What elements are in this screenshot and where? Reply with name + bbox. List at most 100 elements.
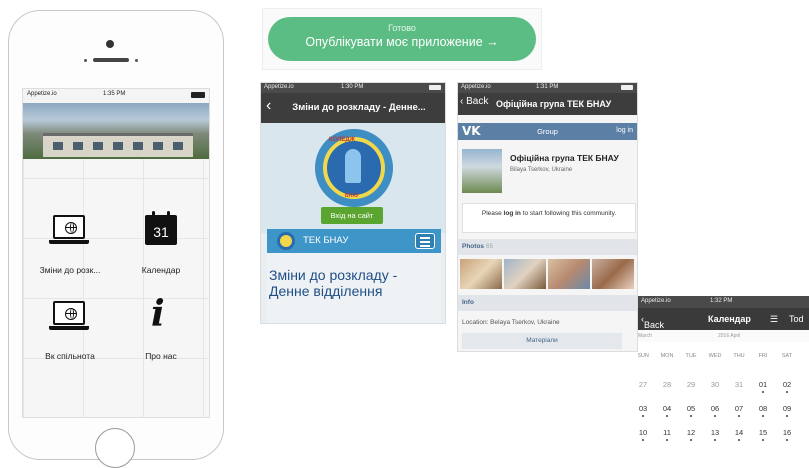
college-building-image [23,103,209,159]
back-button[interactable]: ‹ Back [641,314,664,330]
weekday-header: WED [708,353,722,359]
event-dot [762,415,764,417]
calendar-day[interactable]: 03 [638,404,652,413]
site-login-button[interactable]: Вхід на сайт [321,207,383,224]
calendar-day[interactable]: 29 [682,380,700,389]
laptop-globe-icon [49,215,89,245]
calendar-icon: 31 [145,211,177,245]
photo-thumbnail[interactable] [504,259,546,289]
phone-sensor [135,59,138,62]
phone-sensor [84,59,87,62]
tile-label: Календар [141,265,181,275]
month-selector: March 2016 April [638,330,809,342]
publish-label: Опублікувати моє приложение → [305,35,499,49]
emblem-top-text: КОЛЕДЖ [329,137,356,143]
calendar-day[interactable]: 11 [658,428,676,437]
emblem-figure [345,149,361,183]
laptop-globe-icon [49,301,89,331]
weekday-header: SUN [638,353,649,359]
event-dot [738,415,740,417]
group-name: Офіційна група ТЕК БНАУ [510,153,619,163]
back-button[interactable]: ‹ Back [460,96,488,107]
back-chevron-icon[interactable]: ‹ [266,97,271,115]
calendar-day[interactable]: 07 [730,404,748,413]
schedule-screen: Appetize.io 1:30 PM ‹ Зміни до розкладу … [260,82,446,324]
nav-title: Зміни до розкладу - Денне... [292,102,426,113]
photos-header[interactable]: Photos 65 [458,239,637,255]
event-dot [666,415,668,417]
status-bar: Appetize.io 1:31 PM [458,83,637,93]
nav-bar: ‹ Back Календар ☰ Tod [638,308,809,330]
home-button[interactable] [95,428,135,468]
event-dot [690,415,692,417]
event-dot [714,439,716,441]
calendar-day[interactable]: 10 [638,428,652,437]
calendar-day[interactable]: 27 [638,380,652,389]
photo-thumbnail[interactable] [460,259,502,289]
tile-label: Зміни до розк... [39,265,101,275]
photo-thumbnail[interactable] [592,259,634,289]
calendar-day[interactable]: 09 [778,404,796,413]
info-header: Info [458,295,637,311]
phone-camera [106,40,114,48]
battery-icon [191,92,205,98]
nav-bar: ‹ Зміни до розкладу - Денне... [261,93,445,123]
calendar-day[interactable]: 06 [706,404,724,413]
info-icon: i [151,293,165,335]
group-location: Bilaya Tserkov, Ukraine [510,167,573,173]
battery-icon [429,85,441,90]
calendar-day[interactable]: 15 [754,428,772,437]
battery-icon [621,85,633,90]
weekday-header: THU [733,353,745,359]
event-dot [762,391,764,393]
status-carrier: Appetize.io [461,84,491,90]
calendar-day[interactable]: 12 [682,428,700,437]
nav-bar: ‹ Back Офіційна група ТЕК БНАУ [458,93,637,115]
tile-grid: Зміни до розк... 31 Календар Вк спільнот… [23,159,209,417]
calendar-day[interactable]: 31 [730,380,748,389]
nav-title: Календар [708,314,751,324]
calendar-day[interactable]: 04 [658,404,676,413]
current-month: 2016 April [718,333,741,339]
tile-label: Про нас [145,351,177,361]
weekday-header: SAT [781,353,793,359]
group-avatar [462,149,502,193]
vk-bar-title: Group [537,127,558,136]
calendar-day[interactable]: 08 [754,404,772,413]
event-dot [786,439,788,441]
emblem-bottom-text: БНАУ [345,193,359,199]
today-button[interactable]: Tod [789,314,804,324]
event-dot [762,439,764,441]
status-carrier: Appetize.io [27,91,57,97]
calendar-day[interactable]: 05 [682,404,700,413]
login-link[interactable]: log in [504,210,521,217]
prev-month[interactable]: March [638,333,652,339]
weekday-header: MON [660,353,674,359]
status-carrier: Appetize.io [641,298,671,304]
calendar-day[interactable]: 16 [778,428,796,437]
calendar-day[interactable]: 02 [778,380,796,389]
calendar-day[interactable]: 28 [658,380,676,389]
calendar-day[interactable]: 14 [730,428,748,437]
event-dot [666,439,668,441]
list-icon[interactable]: ☰ [770,314,778,325]
status-bar: Appetize.io 1:30 PM [261,83,445,93]
event-dot [714,415,716,417]
status-time: 1:30 PM [341,84,364,90]
event-dot [786,391,788,393]
publish-app-button[interactable]: Готово Опублікувати моє приложение → [268,17,536,61]
calendar-day[interactable]: 01 [754,380,772,389]
vk-login-link[interactable]: log in [616,127,633,134]
hamburger-menu-icon[interactable] [415,233,435,249]
materials-button[interactable]: Матеріали [462,333,622,349]
login-prompt: Please log in to start following this co… [462,203,636,233]
event-dot [738,439,740,441]
calendar-day[interactable]: 13 [706,428,724,437]
site-header-bar: ТЕК БНАУ [267,229,441,253]
publish-status-label: Готово [388,23,416,33]
photo-thumbnail[interactable] [548,259,590,289]
event-dot [642,415,644,417]
calendar-day[interactable]: 30 [706,380,724,389]
weekday-header: TUE [685,353,697,359]
calendar-screen: Appetize.io 1:32 PM ‹ Back Календар ☰ To… [638,296,809,445]
